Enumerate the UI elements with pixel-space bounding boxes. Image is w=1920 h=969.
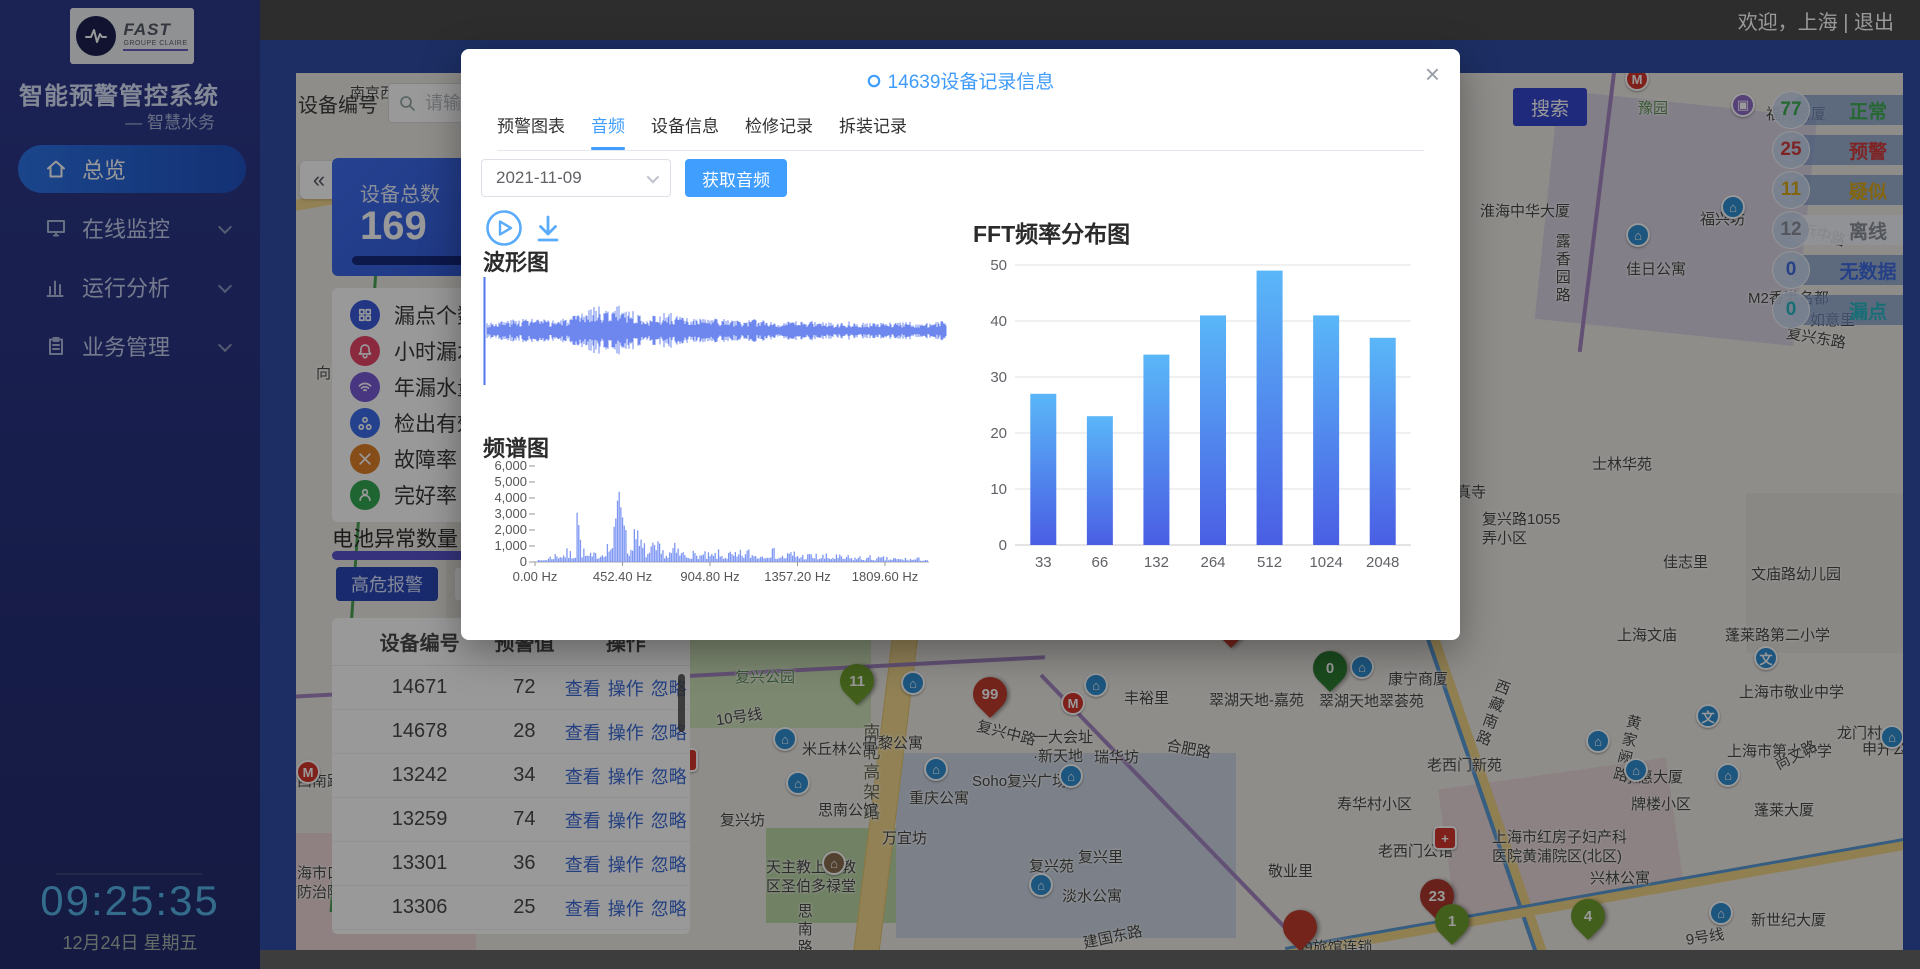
svg-text:1357.20 Hz: 1357.20 Hz <box>764 569 831 584</box>
dialog-tabs: 预警图表音频设备信息检修记录拆装记录 <box>497 109 1424 151</box>
svg-text:2048: 2048 <box>1366 554 1399 571</box>
spectrum-chart: 01,0002,0003,0004,0005,0006,000 0.00 Hz 45… <box>479 459 934 619</box>
svg-text:264: 264 <box>1200 554 1225 571</box>
dialog-title-text: 14639设备记录信息 <box>888 67 1055 94</box>
tab-预警图表[interactable]: 预警图表 <box>497 109 565 150</box>
svg-text:5,000: 5,000 <box>494 474 527 489</box>
dialog-title: 14639设备记录信息 <box>461 67 1460 94</box>
fft-bar-chart: 0 10 20 30 40 50 33 66 132 264 512 1024 2048 <box>967 245 1417 580</box>
date-select-value: 2021-11-09 <box>496 168 582 188</box>
svg-text:0: 0 <box>999 537 1007 554</box>
fetch-audio-button[interactable]: 获取音频 <box>685 159 787 197</box>
fft-title: FFT频率分布图 <box>973 215 1130 249</box>
svg-text:2,000: 2,000 <box>494 522 527 537</box>
tab-设备信息[interactable]: 设备信息 <box>651 109 719 150</box>
waveform-chart <box>483 277 947 385</box>
device-record-dialog: 14639设备记录信息 × 预警图表音频设备信息检修记录拆装记录 2021-11… <box>461 49 1460 640</box>
tab-检修记录[interactable]: 检修记录 <box>745 109 813 150</box>
play-audio-icon[interactable] <box>485 209 523 247</box>
svg-text:0.00 Hz: 0.00 Hz <box>513 569 558 584</box>
tab-拆装记录[interactable]: 拆装记录 <box>839 109 907 150</box>
svg-text:6,000: 6,000 <box>494 459 527 473</box>
svg-text:904.80 Hz: 904.80 Hz <box>680 569 739 584</box>
chevron-down-icon <box>647 170 660 183</box>
svg-text:0: 0 <box>520 554 527 569</box>
svg-text:452.40 Hz: 452.40 Hz <box>593 569 652 584</box>
svg-text:50: 50 <box>990 257 1007 274</box>
download-audio-icon[interactable] <box>531 212 565 246</box>
waveform-title: 波形图 <box>483 245 549 277</box>
svg-text:4,000: 4,000 <box>494 490 527 505</box>
svg-text:1024: 1024 <box>1309 554 1342 571</box>
svg-text:1809.60 Hz: 1809.60 Hz <box>852 569 919 584</box>
svg-text:3,000: 3,000 <box>494 506 527 521</box>
svg-text:1,000: 1,000 <box>494 538 527 553</box>
circle-icon <box>867 74 881 88</box>
svg-text:512: 512 <box>1257 554 1282 571</box>
close-icon[interactable]: × <box>1425 59 1440 90</box>
svg-text:30: 30 <box>990 369 1007 386</box>
svg-text:40: 40 <box>990 313 1007 330</box>
svg-text:10: 10 <box>990 481 1007 498</box>
svg-text:20: 20 <box>990 425 1007 442</box>
svg-text:66: 66 <box>1092 554 1109 571</box>
tab-音频[interactable]: 音频 <box>591 109 625 150</box>
svg-text:132: 132 <box>1144 554 1169 571</box>
screen: FAST GROUPE CLAIRE 智能预警管控系统 — 智慧水务 总览在线监… <box>0 0 1920 969</box>
svg-text:33: 33 <box>1035 554 1052 571</box>
date-select[interactable]: 2021-11-09 <box>481 159 671 197</box>
